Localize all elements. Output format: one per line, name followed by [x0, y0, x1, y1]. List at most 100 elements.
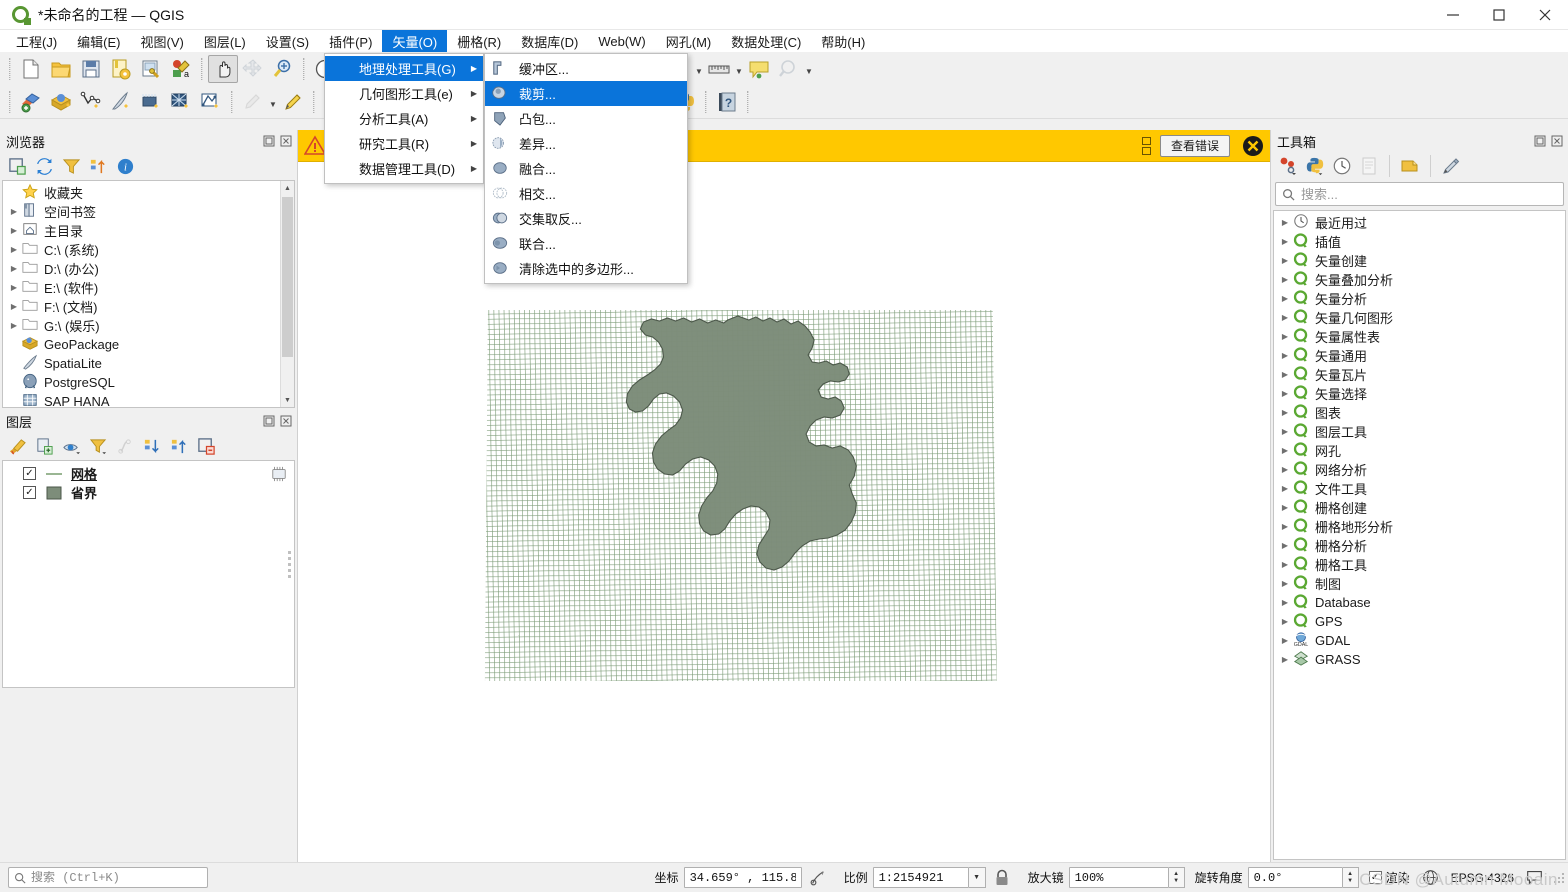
- expand-arrow-icon[interactable]: ▶: [1278, 313, 1292, 322]
- expand-arrow-icon[interactable]: ▶: [1278, 465, 1292, 474]
- browser-close-button[interactable]: [279, 134, 293, 148]
- toolbox-group-row[interactable]: ▶ 矢量几何图形: [1274, 308, 1565, 327]
- browser-item[interactable]: GeoPackage: [3, 335, 294, 354]
- current-edits-icon[interactable]: [238, 88, 268, 116]
- toggle-editing-icon[interactable]: [278, 88, 308, 116]
- vector-menu-item[interactable]: 地理处理工具(G) ▶: [325, 56, 483, 81]
- expand-arrow-icon[interactable]: ▶: [1278, 294, 1292, 303]
- rotation-field[interactable]: [1247, 867, 1343, 888]
- messages-log-icon[interactable]: [1522, 866, 1546, 890]
- toolbar-handle[interactable]: [9, 90, 11, 113]
- geoprocessing-menu-item[interactable]: 交集取反...: [485, 206, 687, 231]
- close-button[interactable]: [1522, 0, 1568, 30]
- expand-arrow-icon[interactable]: ▶: [7, 264, 21, 273]
- toolbox-group-row[interactable]: ▶ 矢量选择: [1274, 384, 1565, 403]
- collapse-all-icon[interactable]: [166, 434, 192, 458]
- expand-arrow-icon[interactable]: ▶: [1278, 351, 1292, 360]
- toolbox-group-row[interactable]: ▶ 网孔: [1274, 441, 1565, 460]
- models-icon[interactable]: [1275, 154, 1301, 178]
- toolbar-handle[interactable]: [303, 57, 305, 80]
- render-checkbox[interactable]: ✓: [1368, 871, 1382, 884]
- status-resize-grip[interactable]: [1554, 871, 1566, 885]
- scrollbar-thumb[interactable]: [282, 197, 293, 357]
- browser-item[interactable]: 收藏夹: [3, 183, 294, 202]
- expand-arrow-icon[interactable]: ▶: [1278, 617, 1292, 626]
- save-project-as-icon[interactable]: [106, 55, 136, 83]
- locator-search-input[interactable]: [31, 870, 202, 885]
- add-vector-layer-icon[interactable]: [16, 88, 46, 116]
- remove-layer-icon[interactable]: [193, 434, 219, 458]
- filter-legend-icon[interactable]: [85, 434, 111, 458]
- expand-arrow-icon[interactable]: ▶: [1278, 484, 1292, 493]
- toolbox-group-row[interactable]: ▶ 网络分析: [1274, 460, 1565, 479]
- toolbox-search-input[interactable]: [1301, 186, 1557, 202]
- expand-arrow-icon[interactable]: ▶: [1278, 370, 1292, 379]
- map-canvas[interactable]: [298, 130, 1270, 862]
- filter-browser-icon[interactable]: [58, 154, 84, 178]
- geoprocessing-menu-item[interactable]: 融合...: [485, 156, 687, 181]
- magnifier-input[interactable]: [1074, 870, 1163, 885]
- toolbox-group-row[interactable]: ▶ GDAL GDAL: [1274, 631, 1565, 650]
- scale-dropdown-arrow[interactable]: ▼: [968, 867, 986, 888]
- expand-arrow-icon[interactable]: ▶: [1278, 332, 1292, 341]
- pan-map-icon[interactable]: [208, 54, 238, 83]
- vector-menu-level2[interactable]: 缓冲区... 裁剪... 凸包... 差异... 融合... 相交... 交集取反... 联合…: [484, 53, 688, 284]
- expand-arrow-icon[interactable]: ▶: [7, 207, 21, 216]
- browser-item[interactable]: PostgreSQL: [3, 373, 294, 392]
- refresh-icon[interactable]: [31, 154, 57, 178]
- vector-menu-item[interactable]: 分析工具(A) ▶: [325, 106, 483, 131]
- add-raster-layer-icon[interactable]: [46, 88, 76, 116]
- view-errors-button[interactable]: 查看错误: [1159, 134, 1230, 157]
- options-icon[interactable]: [1438, 154, 1464, 178]
- map-tips-icon[interactable]: [744, 55, 774, 83]
- expand-arrow-icon[interactable]: ▶: [1278, 503, 1292, 512]
- expand-arrow-icon[interactable]: ▶: [1278, 427, 1292, 436]
- layers-tree[interactable]: ✓ 网格 ✓ 省界: [2, 460, 295, 688]
- project-properties-icon[interactable]: [136, 55, 166, 83]
- expand-all-icon[interactable]: [139, 434, 165, 458]
- rotation-spinner[interactable]: ▲ ▼: [1342, 867, 1359, 888]
- zoom-last-icon[interactable]: [774, 55, 804, 83]
- expand-arrow-icon[interactable]: ▶: [7, 321, 21, 330]
- collapse-all-icon[interactable]: [85, 154, 111, 178]
- toolbox-group-row[interactable]: ▶ Database: [1274, 593, 1565, 612]
- crs-globe-icon[interactable]: [1419, 866, 1443, 890]
- save-project-icon[interactable]: [76, 55, 106, 83]
- toolbox-group-row[interactable]: ▶ GRASS: [1274, 650, 1565, 669]
- menu-9[interactable]: 数据库(D): [511, 30, 588, 52]
- open-project-icon[interactable]: [46, 55, 76, 83]
- toolbox-search-box[interactable]: [1275, 182, 1564, 206]
- geoprocessing-menu-item[interactable]: 缓冲区...: [485, 56, 687, 81]
- expand-arrow-icon[interactable]: ▶: [1278, 237, 1292, 246]
- toolbox-group-row[interactable]: ▶ 制图: [1274, 574, 1565, 593]
- toolbox-group-row[interactable]: ▶ 矢量创建: [1274, 251, 1565, 270]
- expand-arrow-icon[interactable]: ▶: [7, 245, 21, 254]
- toggle-extents-icon[interactable]: [806, 866, 830, 890]
- menu-4[interactable]: 图层(L): [194, 30, 256, 52]
- layers-float-button[interactable]: [262, 414, 276, 428]
- toolbox-group-row[interactable]: ▶ 矢量瓦片: [1274, 365, 1565, 384]
- magnifier-field[interactable]: [1068, 867, 1169, 888]
- toolbar-handle[interactable]: [201, 57, 203, 80]
- geoprocessing-menu-item[interactable]: 差异...: [485, 131, 687, 156]
- toolbox-close-button[interactable]: [1550, 134, 1564, 148]
- expand-arrow-icon[interactable]: ▶: [1278, 655, 1292, 664]
- geoprocessing-menu-item[interactable]: 相交...: [485, 181, 687, 206]
- toolbox-group-row[interactable]: ▶ 矢量叠加分析: [1274, 270, 1565, 289]
- browser-item[interactable]: ▶ F:\ (文档): [3, 297, 294, 316]
- properties-icon[interactable]: i: [112, 154, 138, 178]
- browser-tree[interactable]: 收藏夹 ▶ 空间书签 ▶ 主目录 ▶ C:\ (系统) ▶ D:\ (办公) ▶ E:\ (软件) ▶…: [2, 180, 295, 408]
- toolbox-group-row[interactable]: ▶ 矢量分析: [1274, 289, 1565, 308]
- expand-arrow-icon[interactable]: ▶: [1278, 256, 1292, 265]
- add-mesh-layer-icon[interactable]: [136, 88, 166, 116]
- crs-label[interactable]: EPSG:4326: [1451, 871, 1514, 885]
- measure-line-icon[interactable]: [704, 55, 734, 83]
- browser-item[interactable]: ▶ C:\ (系统): [3, 240, 294, 259]
- toolbox-group-row[interactable]: ▶ 图层工具: [1274, 422, 1565, 441]
- locator-search-box[interactable]: [8, 867, 208, 888]
- menu-5[interactable]: 设置(S): [256, 30, 319, 52]
- minimize-button[interactable]: [1430, 0, 1476, 30]
- menu-10[interactable]: Web(W): [588, 30, 655, 52]
- current-edits-dropdown[interactable]: ▼: [268, 88, 278, 116]
- help-contents-icon[interactable]: ?: [712, 88, 742, 116]
